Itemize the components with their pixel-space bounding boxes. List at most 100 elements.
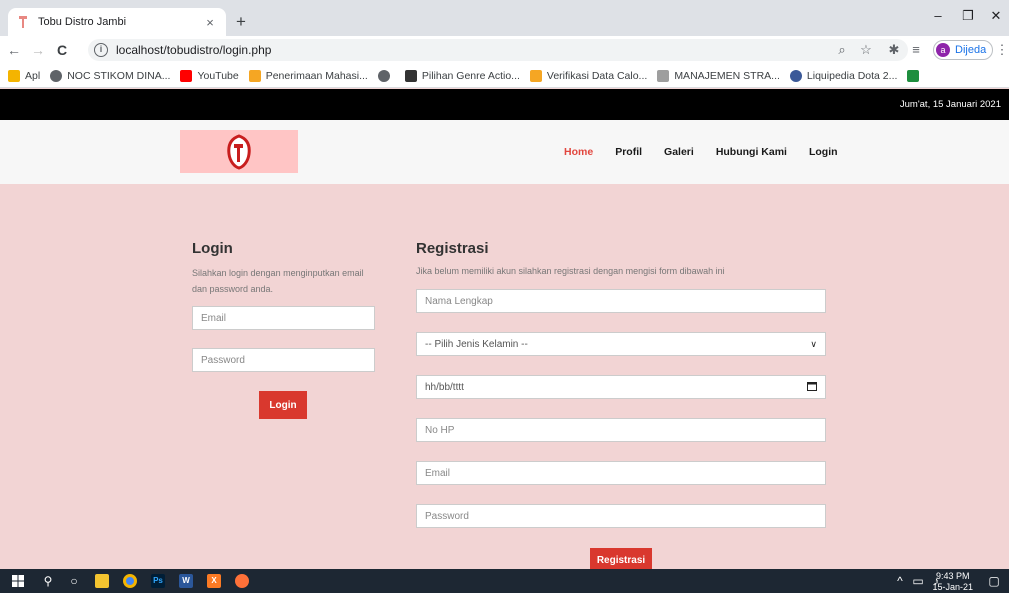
bookmark-item[interactable]: NOC STIKOM DINA... — [50, 69, 171, 82]
reading-list-icon[interactable]: ≡ — [908, 42, 924, 57]
site-favicon-icon — [16, 15, 30, 29]
register-password-input[interactable]: Password — [416, 504, 826, 528]
new-tab-button[interactable]: + — [232, 13, 250, 31]
current-date: Jum'at, 15 Januari 2021 — [899, 99, 1001, 110]
photoshop-icon[interactable]: Ps — [150, 573, 166, 589]
login-password-input[interactable]: Password — [192, 348, 375, 372]
firefox-icon[interactable] — [234, 573, 250, 589]
address-bar[interactable]: i localhost/tobudistro/login.php — [88, 39, 908, 61]
nav-link-home[interactable]: Home — [564, 146, 593, 158]
restore-icon[interactable]: ❐ — [958, 8, 978, 24]
bookmark-label: Verifikasi Data Calo... — [546, 69, 648, 82]
cortana-icon[interactable]: ○ — [66, 573, 82, 589]
bookmark-label: Pilihan Genre Actio... — [421, 69, 520, 82]
clock-time: 9:43 PM — [935, 571, 970, 581]
nav-link-login[interactable]: Login — [809, 146, 838, 158]
url-text: localhost/tobudistro/login.php — [116, 43, 272, 57]
youtube-icon — [180, 69, 193, 82]
gender-select[interactable]: -- Pilih Jenis Kelamin -- ∨ — [416, 332, 826, 356]
forward-icon[interactable]: → — [28, 42, 48, 58]
full-name-input[interactable]: Nama Lengkap — [416, 289, 826, 313]
windows-taskbar: ⚲ ○ Ps W X ^ ▭ ♪ 9:43 PM 15-Jan-21 ▢ — [0, 569, 1009, 593]
tray-chevron-icon[interactable]: ^ — [892, 573, 908, 589]
site-info-icon[interactable]: i — [94, 43, 108, 57]
login-section: Login Silahkan login dengan menginputkan… — [192, 240, 378, 297]
bookmarks-bar: Apl NOC STIKOM DINA... YouTube Penerimaan M… — [0, 64, 1009, 88]
globe-icon — [50, 69, 63, 82]
notifications-icon[interactable]: ▢ — [986, 573, 1002, 589]
site-top-bar: Jum'at, 15 Januari 2021 — [0, 89, 1009, 120]
search-icon[interactable]: ⚲ — [40, 573, 56, 589]
chevron-down-icon: ∨ — [810, 338, 817, 349]
apps-grid-icon — [8, 69, 20, 82]
bookmark-item[interactable]: Verifikasi Data Calo... — [529, 69, 648, 82]
network-icon[interactable]: ▭ — [910, 573, 926, 589]
liquipedia-icon — [789, 69, 802, 82]
nav-link-profil[interactable]: Profil — [615, 146, 642, 158]
browser-tab[interactable]: Tobu Distro Jambi × — [8, 8, 226, 36]
bookmark-label: NOC STIKOM DINA... — [67, 69, 171, 82]
chrome-icon[interactable] — [122, 573, 138, 589]
bookmark-label: Liquipedia Dota 2... — [806, 69, 898, 82]
birth-date-input[interactable]: hh/bb/tttt — [416, 375, 826, 399]
bookmark-icon — [248, 69, 261, 82]
site-logo[interactable] — [180, 130, 298, 173]
browser-toolbar: ← → C i localhost/tobudistro/login.php ⌕… — [0, 36, 1009, 64]
bookmark-item[interactable]: Liquipedia Dota 2... — [789, 69, 898, 82]
xampp-icon[interactable]: X — [206, 573, 222, 589]
browser-tab-strip: Tobu Distro Jambi × + – ❐ ✕ — [0, 0, 1009, 36]
date-placeholder: hh/bb/tttt — [425, 381, 464, 393]
avatar: a — [936, 43, 950, 57]
close-window-icon[interactable]: ✕ — [986, 8, 1006, 24]
register-description: Jika belum memiliki akun silahkan regist… — [416, 266, 725, 276]
bookmark-label: YouTube — [197, 69, 239, 82]
globe-icon — [377, 69, 390, 82]
site-header: Home Profil Galeri Hubungi Kami Login — [0, 120, 1009, 184]
login-button[interactable]: Login — [259, 391, 307, 419]
bookmark-item[interactable] — [377, 69, 395, 82]
bookmark-item[interactable]: Penerimaan Mahasi... — [248, 69, 368, 82]
bookmark-label: Penerimaan Mahasi... — [265, 69, 368, 82]
nav-link-hubungi-kami[interactable]: Hubungi Kami — [716, 146, 787, 158]
profile-button[interactable]: a Dijeda — [933, 40, 994, 60]
gender-select-value: -- Pilih Jenis Kelamin -- — [425, 338, 528, 350]
word-icon[interactable]: W — [178, 573, 194, 589]
login-email-input[interactable]: Email — [192, 306, 375, 330]
calendar-icon[interactable] — [807, 381, 817, 394]
clock-date: 15-Jan-21 — [932, 582, 973, 592]
login-description: Silahkan login dengan menginputkan email… — [192, 268, 364, 294]
reload-icon[interactable]: C — [52, 42, 72, 58]
menu-icon[interactable]: ⋮ — [994, 42, 1009, 58]
nav-link-galeri[interactable]: Galeri — [664, 146, 694, 158]
zoom-icon[interactable]: ⌕ — [834, 42, 850, 58]
bookmark-item[interactable] — [907, 69, 924, 82]
main-nav: Home Profil Galeri Hubungi Kami Login — [564, 146, 860, 158]
register-title: Registrasi — [416, 240, 489, 257]
windows-start-icon[interactable] — [10, 573, 26, 589]
bookmark-item[interactable]: Apl — [8, 69, 41, 82]
profile-name: Dijeda — [955, 44, 987, 56]
system-clock[interactable]: 9:43 PM 15-Jan-21 — [932, 571, 973, 593]
bookmark-icon — [907, 69, 920, 82]
bookmark-label: MANAJEMEN STRA... — [674, 69, 780, 82]
register-email-input[interactable]: Email — [416, 461, 826, 485]
bookmark-star-icon[interactable]: ☆ — [858, 42, 874, 58]
extensions-icon[interactable]: ✱ — [886, 42, 902, 58]
bookmark-icon — [657, 69, 670, 82]
bookmark-icon — [404, 69, 417, 82]
register-section: Registrasi Jika belum memiliki akun sila… — [416, 240, 826, 276]
minimize-icon[interactable]: – — [928, 8, 948, 23]
close-tab-icon[interactable]: × — [202, 15, 218, 30]
main-content: Login Silahkan login dengan menginputkan… — [0, 184, 1009, 572]
login-title: Login — [192, 240, 233, 257]
bookmark-label: Apl — [25, 69, 41, 82]
bookmark-icon — [529, 69, 542, 82]
bookmark-item[interactable]: Pilihan Genre Actio... — [404, 69, 520, 82]
tab-title: Tobu Distro Jambi — [38, 16, 127, 28]
bookmark-item[interactable]: MANAJEMEN STRA... — [657, 69, 780, 82]
bookmark-item[interactable]: YouTube — [180, 69, 239, 82]
file-explorer-icon[interactable] — [94, 573, 110, 589]
back-icon[interactable]: ← — [4, 42, 24, 58]
logo-icon — [227, 133, 251, 170]
phone-input[interactable]: No HP — [416, 418, 826, 442]
